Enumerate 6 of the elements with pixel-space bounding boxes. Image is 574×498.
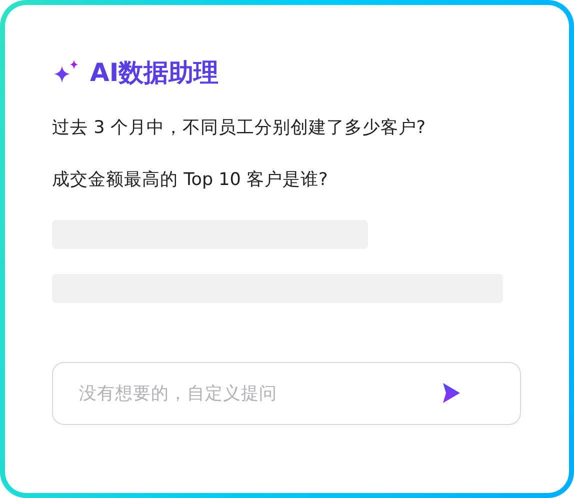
send-button[interactable]: [441, 382, 461, 404]
suggested-question[interactable]: 成交金额最高的 Top 10 客户是谁?: [52, 170, 522, 191]
send-icon: [441, 382, 461, 404]
suggested-question[interactable]: 过去 3 个月中，不同员工分别创建了多少客户?: [52, 118, 522, 139]
question-input[interactable]: 没有想要的，自定义提问: [52, 362, 521, 425]
assistant-title: AI数据助理: [90, 60, 219, 84]
